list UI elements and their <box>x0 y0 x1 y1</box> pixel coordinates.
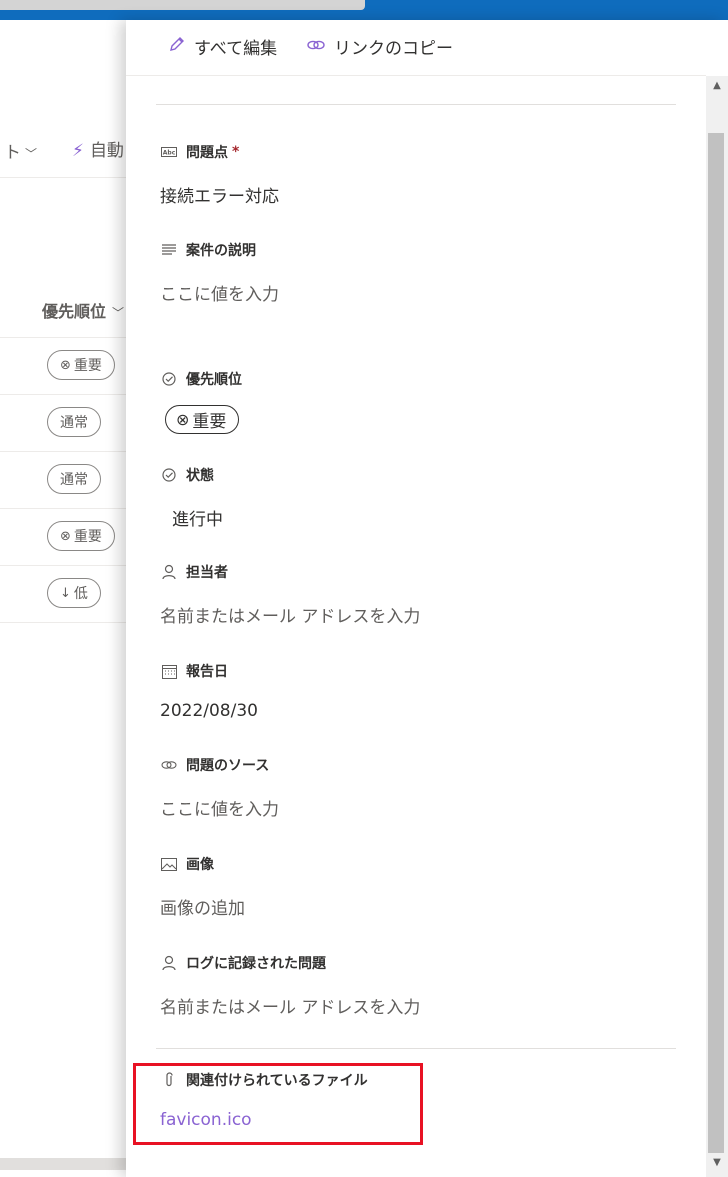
pencil-icon <box>168 35 186 58</box>
logged-by-input[interactable]: 名前またはメール アドレスを入力 <box>160 993 680 1018</box>
list-row[interactable]: 通常 <box>0 452 126 509</box>
automate-icon: ⚡ <box>72 141 84 161</box>
add-image-button[interactable]: 画像の追加 <box>160 894 680 919</box>
vertical-scrollbar[interactable]: ▲ ▼ <box>706 76 728 1177</box>
panel-command-bar: すべて編集 リンクのコピー <box>126 20 706 76</box>
link-icon <box>160 757 178 773</box>
divider <box>156 1048 676 1049</box>
choice-icon <box>160 467 178 483</box>
status-value[interactable]: 進行中 <box>160 505 680 530</box>
required-mark: * <box>232 144 240 160</box>
scroll-up-arrow-icon[interactable]: ▲ <box>706 80 728 96</box>
chevron-down-icon: ﹀ <box>112 306 125 320</box>
edit-all-button[interactable]: すべて編集 <box>168 34 277 59</box>
field-image: 画像 画像の追加 <box>160 854 680 919</box>
list-row[interactable]: ⊗ 重要 <box>0 338 126 395</box>
field-description: 案件の説明 ここに値を入力 <box>160 240 680 305</box>
person-icon <box>160 564 178 580</box>
priority-pill: ⊗ 重要 <box>47 350 115 380</box>
assignee-input[interactable]: 名前またはメール アドレスを入力 <box>160 602 680 627</box>
view-selector[interactable]: ト ﹀ <box>4 138 37 163</box>
field-issue: Abc 問題点 * 接続エラー対応 <box>160 142 680 207</box>
field-reported-date: 報告日 2022/08/30 <box>160 661 680 721</box>
issue-value[interactable]: 接続エラー対応 <box>160 182 680 207</box>
browser-tab[interactable] <box>0 0 365 10</box>
list-toolbar: ト ﹀ ⚡ 自動 <box>0 20 126 178</box>
choice-icon <box>160 371 178 387</box>
abc-text-icon: Abc <box>160 144 178 160</box>
copy-link-button[interactable]: リンクのコピー <box>306 34 453 59</box>
list-row[interactable]: ⊗ 重要 <box>0 509 126 566</box>
scroll-down-arrow-icon[interactable]: ▼ <box>706 1157 728 1173</box>
chevron-down-icon: ﹀ <box>25 147 38 161</box>
column-header-priority[interactable]: 優先順位 ﹀ <box>0 288 126 338</box>
field-issue-source: 問題のソース ここに値を入力 <box>160 755 680 820</box>
priority-pill: 通常 <box>47 464 101 494</box>
issue-source-input[interactable]: ここに値を入力 <box>160 795 680 820</box>
horizontal-scrollbar[interactable] <box>0 1158 126 1170</box>
field-logged-by: ログに記録された問題 名前またはメール アドレスを入力 <box>160 953 680 1018</box>
priority-pill: ⊗ 重要 <box>47 521 115 551</box>
link-icon <box>306 36 326 57</box>
list-row[interactable]: ↓ 低 <box>0 566 126 623</box>
cancel-circle-icon: ⊗ <box>176 410 190 429</box>
cancel-circle-icon: ⊗ <box>60 357 71 373</box>
item-details-panel: すべて編集 リンクのコピー Abc 問題点 * 接続エラー対応 案件の説明 ここ… <box>126 20 728 1177</box>
window-titlebar <box>0 0 728 20</box>
background-list: ト ﹀ ⚡ 自動 優先順位 ﹀ ⊗ 重要 通常 通常 ⊗ 重要 ↓ 低 <box>0 20 126 1177</box>
field-status: 状態 進行中 <box>160 465 680 530</box>
person-icon <box>160 955 178 971</box>
field-assignee: 担当者 名前またはメール アドレスを入力 <box>160 562 680 627</box>
divider <box>156 104 676 105</box>
description-input[interactable]: ここに値を入力 <box>160 280 680 305</box>
priority-value-pill[interactable]: ⊗ 重要 <box>165 405 240 434</box>
scrollbar-thumb[interactable] <box>708 133 724 1153</box>
svg-text:Abc: Abc <box>163 150 176 157</box>
image-icon <box>160 856 178 872</box>
multiline-text-icon <box>160 242 178 258</box>
automate-button[interactable]: ⚡ 自動 <box>72 136 124 161</box>
reported-date-value[interactable]: 2022/08/30 <box>160 701 680 721</box>
priority-pill: 通常 <box>47 407 101 437</box>
list-row[interactable]: 通常 <box>0 395 126 452</box>
priority-pill: ↓ 低 <box>47 578 101 608</box>
cancel-circle-icon: ⊗ <box>60 528 71 544</box>
arrow-down-icon: ↓ <box>60 585 71 601</box>
calendar-icon <box>160 663 178 679</box>
highlight-annotation <box>133 1063 423 1145</box>
field-priority: 優先順位 ⊗ 重要 <box>160 369 680 434</box>
